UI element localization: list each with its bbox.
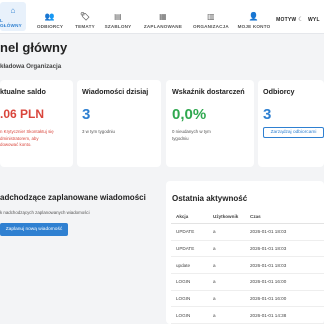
card-title: Odbiorcy bbox=[263, 87, 295, 96]
messages-week-note: 3 w tym tygodniu bbox=[82, 129, 115, 134]
failed-note: 0 nieudanych w tym tygodniu bbox=[172, 129, 211, 141]
schedule-new-message-button[interactable]: Zaplanuj nową wiadomość bbox=[0, 223, 68, 236]
scheduled-empty-note: k nadchodzących zaplanowanych wiadomości bbox=[0, 210, 90, 215]
delivery-rate-value: 0,0% bbox=[172, 106, 207, 123]
table-row: update a 2026-01-01 18:03 bbox=[171, 256, 324, 275]
table-header-row: Akcja Użytkownik Czas bbox=[171, 209, 324, 224]
card-title: ktualne saldo bbox=[0, 87, 46, 96]
manage-recipients-button[interactable]: Zarządzaj odbiorcami bbox=[263, 127, 324, 138]
building-icon: ▥ bbox=[207, 12, 215, 21]
nav-label: ODBIORCY bbox=[36, 24, 64, 29]
calendar-icon: ▦ bbox=[159, 12, 167, 21]
action-cell: UPDATE bbox=[171, 240, 208, 258]
moon-icon: ☾ bbox=[298, 17, 304, 23]
nav-label: L GŁÓWNY bbox=[0, 18, 22, 28]
messages-today-value: 3 bbox=[82, 106, 91, 123]
column-header: Czas bbox=[245, 209, 324, 224]
theme-toggle[interactable]: MOTYW ☾ bbox=[276, 0, 304, 40]
action-cell: LOGIN bbox=[171, 306, 208, 324]
card-title: Wskaźnik dostarczeń bbox=[172, 87, 245, 96]
organization-name: kładowa Organizacja bbox=[0, 63, 62, 70]
action-cell: LOGIN bbox=[171, 290, 208, 308]
column-header: Użytkownik bbox=[208, 209, 245, 224]
balance-card: ktualne saldo .06 PLN n Krytycznie! Skon… bbox=[0, 80, 73, 167]
time-cell: 2026-01-01 18:03 bbox=[245, 256, 324, 275]
messages-today-card: Wiadomości dzisiaj 3 3 w tym tygodniu bbox=[77, 80, 161, 167]
theme-label: MOTYW bbox=[276, 17, 297, 23]
time-cell: 2026-01-01 18:03 bbox=[245, 240, 324, 258]
users-icon: 👥 bbox=[44, 12, 56, 21]
logout-button[interactable]: WYL bbox=[308, 0, 324, 40]
top-nav: ⌂ L GŁÓWNY 👥 ODBIORCY 🏷 TEMATY ▤ SZABLON… bbox=[0, 0, 324, 34]
user-cell: a bbox=[208, 306, 245, 324]
nav-item-topics[interactable]: 🏷 TEMATY bbox=[72, 0, 98, 33]
column-header: Akcja bbox=[171, 209, 208, 224]
card-title: Wiadomości dzisiaj bbox=[82, 87, 149, 96]
user-cell: a bbox=[208, 273, 245, 291]
nav-label: MOJE KONTO bbox=[237, 24, 271, 29]
table-row: LOGIN a 2026-01-01 16:00 bbox=[171, 290, 324, 308]
scheduled-title: adchodzące zaplanowane wiadomości bbox=[0, 193, 146, 202]
page-title: nel główny bbox=[0, 40, 68, 55]
balance-warning: n Krytycznie! Skontaktuj się dministrato… bbox=[0, 129, 54, 147]
user-cell: a bbox=[208, 290, 245, 308]
time-cell: 2026-01-01 18:03 bbox=[245, 223, 324, 241]
balance-value: .06 PLN bbox=[0, 107, 45, 121]
home-icon: ⌂ bbox=[10, 6, 16, 15]
nav-label: TEMATY bbox=[75, 24, 95, 29]
activity-table: Akcja Użytkownik Czas UPDATE a 2026-01-0… bbox=[171, 209, 324, 324]
recipients-card: Odbiorcy 3 Zarządzaj odbiorcami bbox=[258, 80, 324, 167]
template-icon: ▤ bbox=[114, 12, 122, 21]
delivery-rate-card: Wskaźnik dostarczeń 0,0% 0 nieudanych w … bbox=[166, 80, 254, 167]
nav-item-templates[interactable]: ▤ SZABLONY bbox=[103, 0, 133, 33]
action-cell: LOGIN bbox=[171, 273, 208, 291]
time-cell: 2026-01-01 16:00 bbox=[245, 290, 324, 308]
scheduled-panel: adchodzące zaplanowane wiadomości k nadc… bbox=[0, 181, 163, 324]
table-row: UPDATE a 2026-01-01 18:03 bbox=[171, 223, 324, 241]
user-cell: a bbox=[208, 256, 245, 275]
nav-label: SZABLONY bbox=[104, 24, 132, 29]
table-row: LOGIN a 2026-01-01 14:38 bbox=[171, 306, 324, 324]
tag-icon: 🏷 bbox=[79, 12, 91, 21]
nav-item-organization[interactable]: ▥ ORGANIZACJA bbox=[190, 0, 232, 33]
nav-item-recipients[interactable]: 👥 ODBIORCY bbox=[33, 0, 67, 33]
nav-item-home[interactable]: ⌂ L GŁÓWNY bbox=[0, 2, 26, 31]
table-row: UPDATE a 2026-01-01 18:03 bbox=[171, 240, 324, 258]
nav-label: ORGANIZACJA bbox=[193, 24, 229, 29]
nav-item-scheduled[interactable]: ▦ ZAPLANOWANE bbox=[140, 0, 186, 33]
logout-label: WYL bbox=[308, 17, 320, 23]
table-row: LOGIN a 2026-01-01 16:00 bbox=[171, 273, 324, 291]
action-cell: UPDATE bbox=[171, 223, 208, 241]
nav-item-my-account[interactable]: 👤 MOJE KONTO bbox=[234, 0, 274, 33]
activity-title: Ostatnia aktywność bbox=[172, 194, 248, 203]
user-icon: 👤 bbox=[248, 12, 260, 21]
user-cell: a bbox=[208, 223, 245, 241]
user-cell: a bbox=[208, 240, 245, 258]
action-cell: update bbox=[171, 256, 208, 275]
nav-label: ZAPLANOWANE bbox=[143, 24, 183, 29]
recipients-value: 3 bbox=[263, 106, 272, 123]
time-cell: 2026-01-01 16:00 bbox=[245, 273, 324, 291]
time-cell: 2026-01-01 14:38 bbox=[245, 306, 324, 324]
